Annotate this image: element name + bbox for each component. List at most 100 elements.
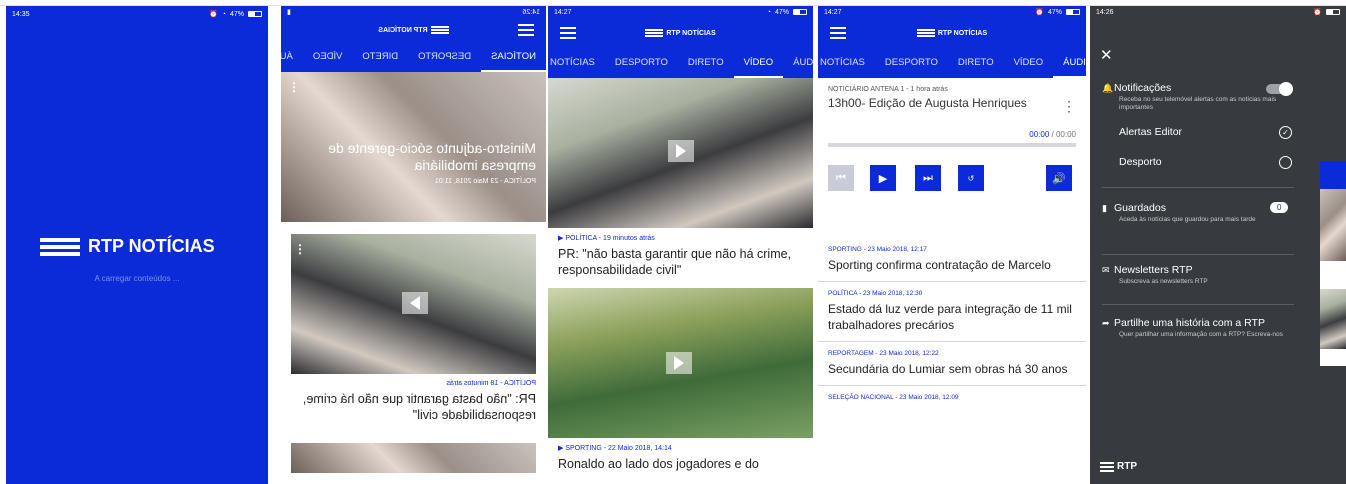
audio-player: NOTICIÁRIO ANTENA 1 - 1 hora atrás 13h00… [818, 78, 1086, 238]
tab-video[interactable]: VÍDEO [303, 42, 353, 72]
audio-screen: 14:27 ⏰ 47% RTP NOTÍCIAS NOTÍCIAS DESPORT… [818, 6, 1086, 484]
peeking-content[interactable] [1320, 161, 1346, 366]
menu-icon[interactable] [560, 27, 576, 39]
tab-video[interactable]: VÍDEO [1004, 48, 1054, 78]
empty-circle-icon[interactable] [1279, 156, 1292, 169]
bell-icon: 🔔 [1102, 83, 1114, 93]
notifications-toggle[interactable] [1266, 82, 1293, 96]
rewind-30-icon[interactable]: ↺ [958, 165, 984, 191]
list-item[interactable]: POLÍTICA - 23 Maio 2018, 12:30 Estado dá … [818, 282, 1086, 342]
tab-direto[interactable]: DIRETO [678, 48, 734, 78]
check-circle-icon[interactable]: ✓ [1279, 126, 1292, 139]
video-thumbnail[interactable]: ⋮ [291, 234, 536, 374]
more-options-icon[interactable]: ⋮ [294, 242, 306, 256]
rtp-stripes-icon [40, 237, 80, 256]
status-time: 14:27 [824, 8, 842, 16]
logo-text: RTP NOTÍCIAS [88, 236, 215, 256]
news-card-image[interactable]: ⋮ Ministro-adjunto sócio-gerente de empr… [281, 72, 546, 222]
next-icon[interactable]: ⏭ [915, 165, 941, 191]
list-item[interactable]: SELEÇÃO NACIONAL - 23 Maio 2018, 12:09 [818, 386, 1086, 413]
tab-desporto[interactable]: DESPORTO [408, 42, 481, 72]
video-thumbnail[interactable] [548, 288, 813, 438]
mail-icon: ✉ [1102, 265, 1110, 275]
app-bar: 14:26 ▮ RTP NOTÍCIAS NOTÍCIAS DESPORTO D… [281, 6, 546, 72]
tab-direto[interactable]: DIRETO [948, 48, 1004, 78]
rtp-noticias-logo: RTP NOTÍCIAS [40, 236, 215, 257]
rtp-stripes-icon [916, 29, 935, 37]
play-icon[interactable] [668, 140, 694, 162]
divider [1102, 254, 1294, 255]
tab-noticias[interactable]: NOTÍCIAS [481, 42, 546, 72]
share-story-item[interactable]: ➦ Partilhe uma história com a RTP Quer pa… [1102, 317, 1302, 339]
rtp-noticias-logo: RTP NOTÍCIAS [916, 29, 987, 37]
news-card-image[interactable] [291, 443, 536, 473]
battery-icon [1066, 9, 1080, 15]
more-options-icon[interactable]: ⋮ [288, 80, 300, 94]
wifi-icon: ◔ [221, 10, 226, 18]
more-options-icon[interactable]: ⋮ [1062, 98, 1076, 115]
alertas-editor-item[interactable]: Alertas Editor [1102, 126, 1302, 138]
tab-desporto[interactable]: DESPORTO [605, 48, 678, 78]
audio-time: 00:00 / 00:00 [1029, 130, 1076, 139]
tab-video[interactable]: VÍDEO [733, 48, 784, 78]
rtp-stripes-icon [645, 29, 664, 37]
battery-level: 47% [229, 10, 244, 18]
battery-icon [1326, 9, 1340, 15]
tab-noticias[interactable]: NOTÍCIAS [548, 48, 605, 78]
status-time: 14:35 [12, 10, 30, 18]
status-time: 14:27 [554, 8, 572, 16]
status-time: 14:26 [1096, 8, 1114, 16]
program-meta: NOTICIÁRIO ANTENA 1 - 1 hora atrás [828, 86, 948, 93]
tab-noticias[interactable]: NOTÍCIAS [818, 48, 875, 78]
volume-icon[interactable]: 🔊 [1046, 165, 1072, 191]
menu-icon[interactable] [518, 24, 534, 36]
menu-drawer-screen: 14:26 ⏰ ✕ 🔔Notificações Receba no seu te… [1090, 6, 1346, 484]
close-icon[interactable]: ✕ [1100, 46, 1113, 64]
mirrored-news-screen: 14:26 ▮ RTP NOTÍCIAS NOTÍCIAS DESPORTO D… [281, 6, 546, 484]
program-title: 13h00- Edição de Augusta Henriques [828, 96, 1027, 110]
tab-direto[interactable]: DIRETO [352, 42, 408, 72]
peek-app-bar [1320, 161, 1346, 189]
alarm-icon: ⏰ [1035, 9, 1044, 16]
play-button[interactable]: ▶ [870, 165, 896, 191]
audio-article-list: SPORTING - 23 Maio 2018, 12:17 Sporting c… [818, 238, 1086, 413]
audio-progress-bar[interactable] [828, 143, 1076, 147]
bookmark-icon: ▮ [1102, 203, 1107, 213]
news-headline[interactable]: PR: "não basta garantir que não há crime… [558, 246, 803, 278]
previous-icon[interactable]: ⏮ [828, 165, 854, 191]
news-category: ▶ POLÍTICA - 19 minutos atrás [558, 235, 655, 242]
rtp-stripes-icon [1100, 461, 1114, 472]
news-headline[interactable]: Ministro-adjunto sócio-gerente de empres… [296, 140, 536, 174]
divider [1102, 304, 1294, 305]
battery-icon [793, 9, 807, 15]
guardados-count-badge: 0 [1270, 202, 1289, 213]
alarm-icon: ⏰ [1313, 9, 1322, 16]
desporto-item[interactable]: Desporto [1102, 156, 1302, 168]
divider [1102, 187, 1294, 188]
tab-audio[interactable]: ÁUDIO [1053, 48, 1086, 78]
news-headline[interactable]: Ronaldo ao lado dos jogadores e do [558, 456, 803, 472]
news-category: ▶ SPORTING - 22 Maio 2018, 14:14 [558, 445, 672, 452]
list-item[interactable]: SPORTING - 23 Maio 2018, 12:17 Sporting c… [818, 238, 1086, 282]
news-headline[interactable]: PR: "não basta garantir que não há crime… [291, 391, 536, 423]
newsletters-item[interactable]: ✉ Newsletters RTP Subscreva as newsletter… [1102, 264, 1302, 286]
peek-image [1320, 189, 1346, 261]
share-arrow-icon: ➦ [1102, 318, 1110, 328]
alarm-icon: ⏰ [209, 11, 218, 18]
battery-level: 47% [1047, 8, 1062, 16]
tab-desporto[interactable]: DESPORTO [875, 48, 948, 78]
app-bar: 14:27 ⏰ 47% RTP NOTÍCIAS NOTÍCIAS DESPORT… [818, 6, 1086, 78]
menu-icon[interactable] [830, 27, 846, 39]
play-icon[interactable] [402, 292, 428, 314]
signal-icon: ▮ [287, 9, 291, 16]
rtp-noticias-logo: RTP NOTÍCIAS [645, 29, 716, 37]
play-icon[interactable] [666, 352, 692, 374]
tab-audio[interactable]: ÁUDIO [281, 42, 303, 72]
video-screen: 14:27 ◔ 47% RTP NOTÍCIAS NOTÍCIAS DESPORT… [548, 6, 813, 484]
list-item[interactable]: REPORTAGEM - 23 Maio 2018, 12:22 Secundár… [818, 342, 1086, 386]
news-category: POLÍTICA - 18 minutos atrás [446, 380, 536, 387]
video-thumbnail[interactable] [548, 78, 813, 228]
tab-audio[interactable]: ÁUDIO [783, 48, 813, 78]
peek-image [1320, 289, 1346, 349]
news-meta: POLÍTICA - 23 Maio 2018, 11:01 [434, 178, 536, 185]
